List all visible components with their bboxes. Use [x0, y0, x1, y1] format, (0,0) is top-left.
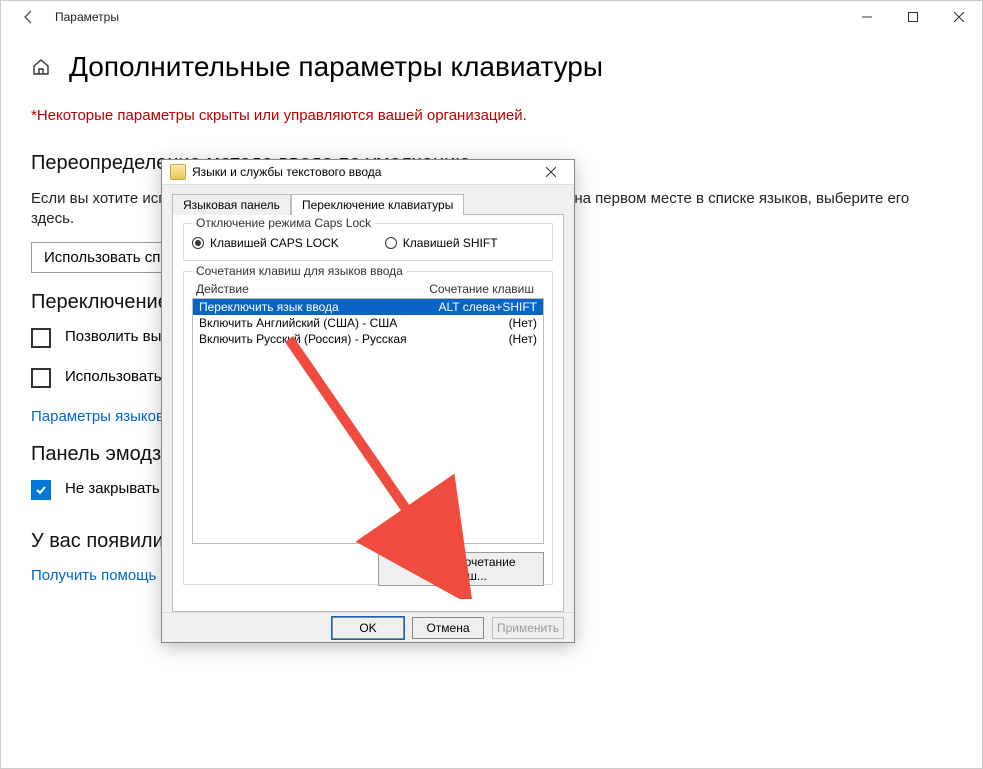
minimize-button[interactable]: [844, 1, 890, 33]
apply-button: Применить: [492, 617, 564, 639]
column-shortcut: Сочетание клавиш: [420, 282, 540, 296]
hotkeys-group-label: Сочетания клавиш для языков ввода: [192, 264, 407, 278]
keyboard-icon: [170, 164, 186, 180]
capslock-group-label: Отключение режима Caps Lock: [192, 216, 375, 230]
change-shortcut-button[interactable]: Сменить сочетание клавиш...: [378, 552, 544, 586]
row-action: Включить Русский (Россия) - Русская: [199, 332, 417, 346]
back-button[interactable]: [13, 1, 45, 33]
row-keys: ALT слева+SHIFT: [417, 300, 537, 314]
dialog-close-button[interactable]: [534, 160, 568, 184]
close-icon: [954, 12, 964, 22]
maximize-icon: [908, 12, 918, 22]
close-icon: [546, 167, 556, 177]
arrow-left-icon: [21, 9, 37, 25]
row-keys: (Нет): [417, 332, 537, 346]
tab-keyboard-switch[interactable]: Переключение клавиатуры: [291, 194, 464, 215]
close-window-button[interactable]: [936, 1, 982, 33]
maximize-button[interactable]: [890, 1, 936, 33]
checkbox-language-bar[interactable]: [31, 368, 51, 388]
radio-circle-icon: [385, 237, 397, 249]
radio-shift-label: Клавишей SHIFT: [403, 236, 498, 250]
minimize-icon: [862, 12, 872, 22]
row-action: Переключить язык ввода: [199, 300, 417, 314]
checkbox-per-window[interactable]: [31, 328, 51, 348]
policy-warning: *Некоторые параметры скрыты или управляю…: [31, 107, 952, 124]
radio-shift[interactable]: Клавишей SHIFT: [385, 236, 498, 250]
ok-button[interactable]: OK: [332, 617, 404, 639]
text-services-dialog: Языки и службы текстового ввода Языковая…: [161, 159, 575, 643]
row-action: Включить Английский (США) - США: [199, 316, 417, 330]
row-keys: (Нет): [417, 316, 537, 330]
window-title: Параметры: [55, 10, 119, 24]
list-row[interactable]: Включить Русский (Россия) - Русская (Нет…: [193, 331, 543, 347]
home-icon[interactable]: [31, 57, 51, 77]
radio-circle-icon: [192, 237, 204, 249]
page-title: Дополнительные параметры клавиатуры: [69, 51, 603, 83]
dialog-title: Языки и службы текстового ввода: [192, 165, 381, 179]
checkmark-icon: [35, 484, 47, 496]
list-row[interactable]: Включить Английский (США) - США (Нет): [193, 315, 543, 331]
cancel-button[interactable]: Отмена: [412, 617, 484, 639]
tab-language-bar[interactable]: Языковая панель: [172, 194, 291, 215]
radio-capslock[interactable]: Клавишей CAPS LOCK: [192, 236, 339, 250]
checkbox-emoji-autoclose[interactable]: [31, 480, 51, 500]
radio-capslock-label: Клавишей CAPS LOCK: [210, 236, 339, 250]
column-action: Действие: [196, 282, 420, 296]
hotkeys-list[interactable]: Переключить язык ввода ALT слева+SHIFT В…: [192, 298, 544, 544]
list-row[interactable]: Переключить язык ввода ALT слева+SHIFT: [193, 299, 543, 315]
